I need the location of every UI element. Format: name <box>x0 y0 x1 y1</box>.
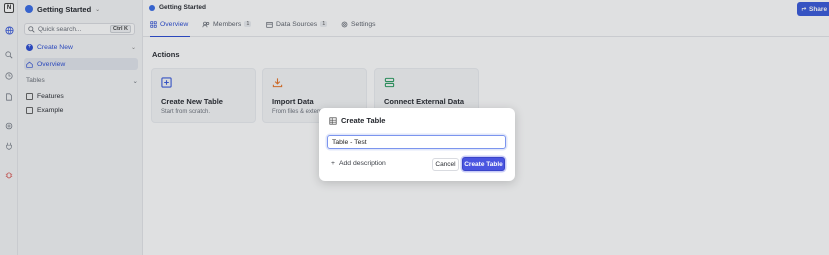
add-description-button[interactable]: + Add description <box>331 160 386 167</box>
create-table-dialog: Create Table + Add description Cancel Cr… <box>319 108 515 181</box>
create-table-button[interactable]: Create Table <box>462 157 505 171</box>
plus-icon: + <box>331 160 335 167</box>
dialog-title-text: Create Table <box>341 116 386 125</box>
cancel-button[interactable]: Cancel <box>432 158 459 171</box>
add-description-label: Add description <box>338 160 386 167</box>
dialog-title: Create Table <box>329 116 385 125</box>
table-name-input[interactable] <box>327 135 506 149</box>
table-icon <box>329 116 337 125</box>
